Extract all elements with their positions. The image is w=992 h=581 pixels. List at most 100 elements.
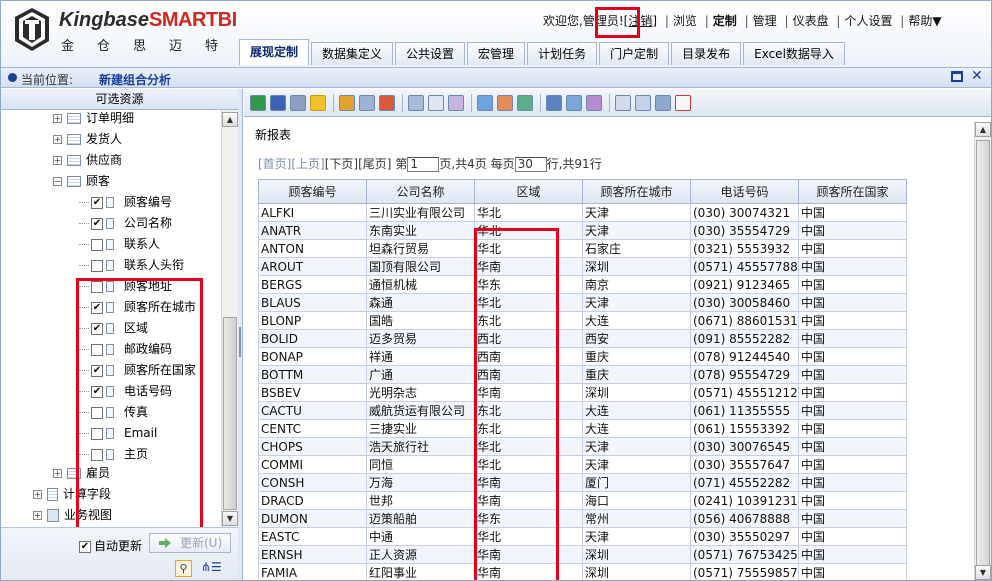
auto-update-label: 自动更新 [94,539,143,553]
pager-first-link[interactable]: [首页] [258,157,291,171]
table-row: BERGS 通恒机械 华东 南京 (0921) 9123465 中国 [258,275,907,294]
expand-icon[interactable]: + [53,135,62,144]
table-cell: 三川实业有限公司 [366,203,475,222]
tree-field-item[interactable]: ✔ 公司名称 [79,213,172,233]
expand-icon[interactable]: + [53,469,62,478]
tree-connector [79,223,89,224]
close-icon[interactable]: ✕ [971,68,983,84]
tree-layout-icon[interactable]: ⋔☰ [201,560,231,577]
table-cell: (0671) 88601531 [690,311,799,330]
chart-icon[interactable] [339,95,355,111]
update-button[interactable]: 更新(U) [149,533,231,553]
pager-next-link[interactable]: [下页] [325,157,358,171]
scroll-up-icon[interactable]: ▲ [975,122,991,137]
report-scroll-thumb[interactable] [976,140,990,570]
drill-icon[interactable] [586,95,602,111]
refresh-icon[interactable] [517,95,533,111]
tab-display-customize[interactable]: 展现定制 [239,39,310,65]
copy-icon[interactable] [359,95,375,111]
search-icon[interactable]: ⚲ [175,560,192,577]
table-cell: 常州 [582,509,691,528]
tree-scrollbar[interactable]: ▲ ▼ [221,110,238,528]
column-header[interactable]: 公司名称 [366,179,475,204]
column-header[interactable]: 顾客编号 [258,179,367,204]
nav-customize-link[interactable]: 定制 [713,12,737,29]
tab-portal-customize[interactable]: 门户定制 [599,42,670,65]
expand-icon[interactable]: + [33,511,42,520]
nav-help-menu[interactable]: 帮助▼ [908,12,941,29]
tab-macro-management[interactable]: 宏管理 [467,42,526,65]
expand-icon[interactable]: + [33,490,42,499]
expand-icon[interactable]: + [53,114,62,123]
scroll-up-icon[interactable]: ▲ [222,112,238,127]
collapse-icon[interactable]: − [53,177,62,186]
field-checkbox[interactable] [91,238,103,251]
page-size-input[interactable]: 30 [514,157,547,172]
pager-prev-link[interactable]: [上页] [291,157,324,171]
field-checkbox[interactable] [91,259,103,272]
checkbox-icon[interactable]: ✔ [79,540,91,553]
tree-field-item[interactable]: 联系人头衔 [79,255,184,275]
table-cell: 坦森行贸易 [366,239,475,258]
panel-splitter[interactable] [238,89,243,580]
sql-icon[interactable] [675,95,691,111]
tree-node-shipper[interactable]: + 发货人 [53,129,122,149]
column-header[interactable]: 区域 [474,179,583,204]
tree-node-supplier[interactable]: + 供应商 [53,150,122,170]
column-header[interactable]: 电话号码 [690,179,799,204]
table-cell: ANTON [258,239,367,258]
pager-last-link[interactable]: [尾页] [358,157,391,171]
column-header[interactable]: 顾客所在城市 [582,179,691,204]
table-cell: BSBEV [258,383,367,402]
tab-catalog-publish[interactable]: 目录发布 [671,42,742,65]
header: KingbaseSMARTBI 金仓思迈特 欢迎您,管理员![注销] | 浏览 |… [1,1,991,67]
settings-icon[interactable] [655,95,671,111]
maximize-icon[interactable] [951,71,963,82]
report-scrollbar[interactable]: ▲ ▼ [974,122,991,580]
pivot-icon[interactable] [566,95,582,111]
nav-manage-link[interactable]: 管理 [753,12,777,29]
table-cell: 天津 [582,221,691,240]
table-cell: 中国 [798,563,907,580]
export-icon[interactable] [477,95,493,111]
tab-dataset-definition[interactable]: 数据集定义 [311,42,394,65]
table-view-icon[interactable] [546,95,562,111]
column-header[interactable]: 顾客所在国家 [798,179,907,204]
scroll-down-icon[interactable]: ▼ [222,511,238,526]
nav-dashboard-link[interactable]: 仪表盘 [793,12,829,29]
save-as-icon[interactable] [290,95,306,111]
sort-icon[interactable] [379,95,395,111]
auto-update-checkbox[interactable]: ✔ 自动更新 [79,537,142,554]
splitter-grip[interactable] [239,327,241,357]
print-icon[interactable] [408,95,424,111]
columns-icon[interactable] [615,95,631,111]
scroll-down-icon[interactable]: ▼ [975,565,991,580]
tab-scheduled-tasks[interactable]: 计划任务 [527,42,598,65]
filter-icon[interactable] [448,95,464,111]
table-row: DRACD 世邦 华南 海口 (0241) 10391231 中国 [258,491,907,510]
page-number-input[interactable]: 1 [407,157,440,172]
report-content: 新报表 [首页][上页][下页][尾页] 第 1 页,共4页 每页 30 行,共91行 … [244,117,974,580]
sum-icon[interactable] [428,95,444,111]
tree-scroll-thumb[interactable] [223,317,237,510]
save-icon[interactable] [270,95,286,111]
import-icon[interactable] [497,95,513,111]
favorite-icon[interactable] [310,95,326,111]
new-report-icon[interactable] [250,95,266,111]
tree-node-customer[interactable]: − 顾客 [53,171,110,191]
expand-icon[interactable]: + [53,156,62,165]
nav-settings-link[interactable]: 个人设置 [844,12,892,29]
tree-node-order-detail[interactable]: + 订单明细 [53,110,134,128]
tree-field-item[interactable]: 联系人 [79,234,160,254]
field-checkbox[interactable]: ✔ [91,196,103,209]
table-cell: ALFKI [258,203,367,222]
table-cell: 祥通 [366,347,475,366]
table-cell: 重庆 [582,347,691,366]
tab-public-settings[interactable]: 公共设置 [395,42,466,65]
tree-field-item[interactable]: ✔ 顾客编号 [79,192,172,212]
tab-excel-import[interactable]: Excel数据导入 [743,42,845,65]
layout-icon[interactable] [635,95,651,111]
field-checkbox[interactable]: ✔ [91,217,103,230]
table-row: BLONP 国皓 东北 大连 (0671) 88601531 中国 [258,311,907,330]
nav-browse-link[interactable]: 浏览 [673,12,697,29]
